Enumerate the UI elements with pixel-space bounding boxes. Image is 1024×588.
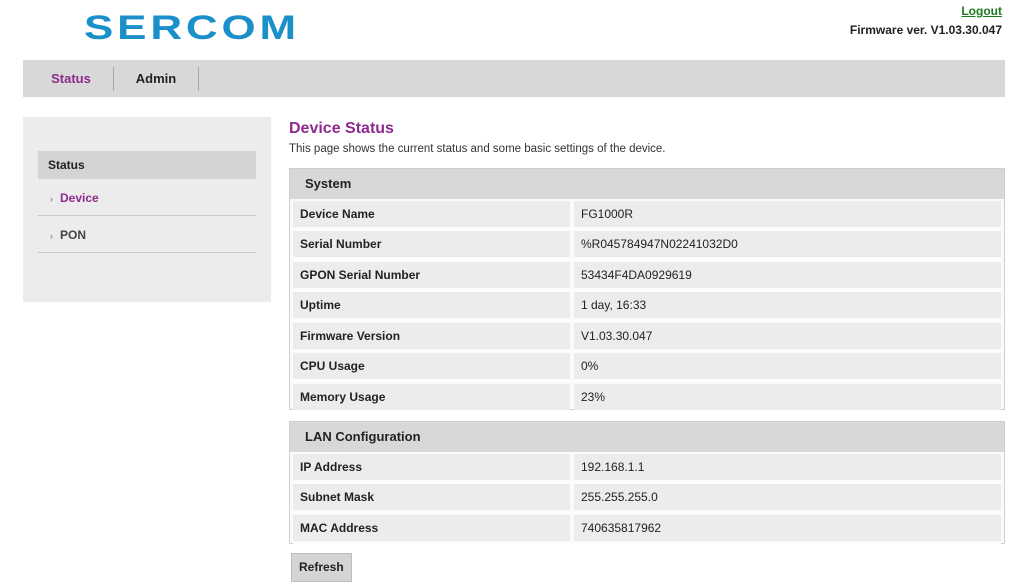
nav-divider bbox=[113, 67, 114, 91]
row-value: 740635817962 bbox=[574, 514, 1001, 541]
row-value: 255.255.255.0 bbox=[574, 484, 1001, 511]
row-value: %R045784947N02241032D0 bbox=[574, 231, 1001, 258]
row-key: Device Name bbox=[293, 200, 570, 227]
table-row: Subnet Mask 255.255.255.0 bbox=[293, 483, 1001, 513]
sercom-logo: SERCOM bbox=[84, 9, 302, 47]
nav-divider bbox=[198, 67, 199, 91]
sidebar-heading: Status bbox=[38, 151, 256, 179]
svg-text:SERCOM: SERCOM bbox=[84, 12, 300, 42]
table-row: Memory Usage 23% bbox=[293, 382, 1001, 413]
row-value: V1.03.30.047 bbox=[574, 322, 1001, 349]
sidebar-item-label: PON bbox=[60, 228, 87, 242]
firmware-version-label: Firmware ver. V1.03.30.047 bbox=[849, 23, 1002, 37]
row-key: Uptime bbox=[293, 292, 570, 319]
row-key: GPON Serial Number bbox=[293, 261, 570, 288]
tab-admin[interactable]: Admin bbox=[121, 60, 191, 97]
row-value: 1 day, 16:33 bbox=[574, 292, 1001, 319]
table-row: Uptime 1 day, 16:33 bbox=[293, 291, 1001, 321]
table-row: Device Name FG1000R bbox=[293, 199, 1001, 230]
panel-heading: LAN Configuration bbox=[290, 422, 1004, 452]
row-value: 0% bbox=[574, 353, 1001, 380]
row-key: Serial Number bbox=[293, 231, 570, 258]
tab-status[interactable]: Status bbox=[37, 60, 105, 97]
system-panel: System Device Name FG1000R Serial Number%… bbox=[289, 168, 1005, 413]
table-row: GPON Serial Number 53434F4DA0929619 bbox=[293, 260, 1001, 291]
logout-link[interactable]: Logout bbox=[961, 4, 1002, 18]
row-value: 192.168.1.1 bbox=[574, 453, 1001, 480]
row-value: 53434F4DA0929619 bbox=[574, 261, 1001, 288]
row-value: 23% bbox=[574, 383, 1001, 410]
sidebar: Status › Device › PON bbox=[23, 117, 271, 302]
panel-heading: System bbox=[290, 169, 1004, 199]
table-row: Serial Number %R045784947N02241032D0 bbox=[293, 230, 1001, 260]
row-key: CPU Usage bbox=[293, 353, 570, 380]
chevron-right-icon: › bbox=[50, 231, 53, 241]
row-key: Subnet Mask bbox=[293, 484, 570, 511]
sidebar-item-pon[interactable]: › PON bbox=[38, 217, 256, 253]
refresh-button[interactable]: Refresh bbox=[291, 553, 352, 582]
row-key: IP Address bbox=[293, 453, 570, 480]
row-key: Firmware Version bbox=[293, 322, 570, 349]
row-key: MAC Address bbox=[293, 514, 570, 541]
table-row: MAC Address 740635817962 bbox=[293, 513, 1001, 544]
row-key: Memory Usage bbox=[293, 383, 570, 410]
table-row: CPU Usage 0% bbox=[293, 352, 1001, 382]
chevron-right-icon: › bbox=[50, 194, 53, 204]
top-nav-bar: Status Admin bbox=[23, 60, 1005, 97]
sercom-logo-graphic: SERCOM bbox=[84, 9, 300, 47]
table-row: IP Address 192.168.1.1 bbox=[293, 452, 1001, 483]
page-description: This page shows the current status and s… bbox=[289, 143, 666, 155]
sidebar-item-label: Device bbox=[60, 191, 99, 205]
row-value: FG1000R bbox=[574, 200, 1001, 227]
lan-configuration-panel: LAN Configuration IP Address 192.168.1.1 … bbox=[289, 421, 1005, 544]
page-title: Device Status bbox=[289, 120, 394, 137]
sidebar-item-device[interactable]: › Device bbox=[38, 180, 256, 216]
table-row: Firmware Version V1.03.30.047 bbox=[293, 321, 1001, 352]
header-right: Logout Firmware ver. V1.03.30.047 bbox=[850, 2, 1002, 37]
